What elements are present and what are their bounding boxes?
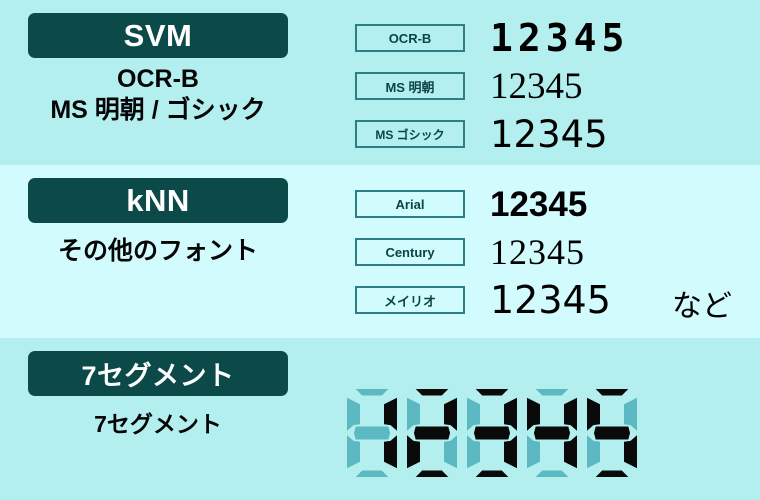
segment-f (347, 397, 360, 431)
segment-f (407, 397, 420, 431)
segment-e (527, 435, 540, 469)
segment-e (587, 435, 600, 469)
segment-c (444, 435, 457, 469)
segment-a (595, 389, 629, 396)
segment-b (564, 397, 577, 431)
segment-b (444, 397, 457, 431)
segment-g (473, 426, 511, 440)
font-row-arial: Arial 12345 (355, 182, 587, 226)
segment-b (384, 397, 397, 431)
font-sample-ms-mincho: 12345 (490, 65, 583, 107)
font-row-ms-mincho: MS 明朝 12345 (355, 64, 583, 108)
segment-f (587, 397, 600, 431)
font-sample-arial: 12345 (490, 184, 588, 224)
segment-a (475, 389, 509, 396)
segment-c (564, 435, 577, 469)
segment-g (353, 426, 391, 440)
font-tag-century: Century (355, 238, 465, 266)
seven-segment-digit-4 (587, 389, 637, 477)
segment-b (624, 397, 637, 431)
font-row-meiryo: メイリオ 12345 (355, 278, 611, 322)
seven-segment-digit-2 (467, 389, 517, 477)
segment-d (475, 470, 509, 477)
font-sample-ocrb: 12345 (490, 16, 630, 60)
segment-d (595, 470, 629, 477)
font-tag-ocrb: OCR-B (355, 24, 465, 52)
font-row-ms-gothic: MS ゴシック 12345 (355, 112, 608, 156)
segment-g (593, 426, 631, 440)
segment-a (355, 389, 389, 396)
segment-e (467, 435, 480, 469)
segment-c (384, 435, 397, 469)
seven-segment-digit-1 (407, 389, 457, 477)
font-sample-ms-gothic: 12345 (490, 112, 608, 156)
segment-f (527, 397, 540, 431)
segment-g (413, 426, 451, 440)
font-tag-ms-gothic: MS ゴシック (355, 120, 465, 148)
segment-d (415, 470, 449, 477)
font-tag-arial: Arial (355, 190, 465, 218)
segment-e (407, 435, 420, 469)
font-sample-meiryo: 12345 (490, 278, 611, 322)
font-tag-ms-mincho: MS 明朝 (355, 72, 465, 100)
segment-b (504, 397, 517, 431)
font-tag-meiryo: メイリオ (355, 286, 465, 314)
seven-segment-digit-0 (347, 389, 397, 477)
segment-c (504, 435, 517, 469)
seven-segment-digit-3 (527, 389, 577, 477)
figure-root: SVM OCR-B MS 明朝 / ゴシック kNN その他のフォント 7セグメ… (0, 0, 760, 500)
font-row-century: Century 12345 (355, 230, 585, 274)
etc-note: など (672, 289, 732, 324)
segment-c (624, 435, 637, 469)
seven-segment-display (344, 386, 640, 480)
segment-a (415, 389, 449, 396)
font-row-ocrb: OCR-B 12345 (355, 16, 629, 60)
segment-d (355, 470, 389, 477)
font-sample-century: 12345 (490, 232, 585, 272)
segment-e (347, 435, 360, 469)
segment-g (533, 426, 571, 440)
segment-d (535, 470, 569, 477)
segment-f (467, 397, 480, 431)
segment-a (535, 389, 569, 396)
